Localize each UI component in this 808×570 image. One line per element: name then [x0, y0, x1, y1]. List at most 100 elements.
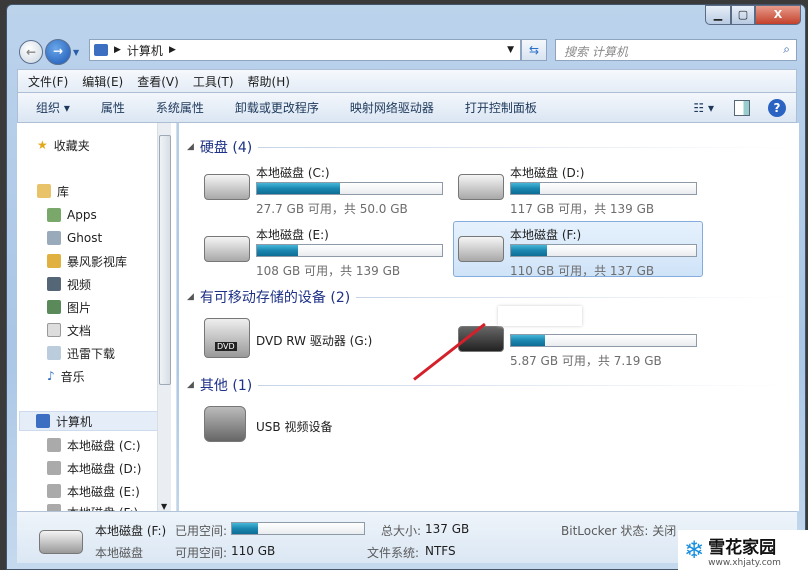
search-input[interactable]: 搜索 计算机 ⌕ [555, 39, 797, 61]
refresh-button[interactable]: ⇆ [521, 39, 547, 61]
menu-bar: 文件(F) 编辑(E) 查看(V) 工具(T) 帮助(H) [17, 69, 797, 93]
view-options-icon[interactable]: ☷ ▾ [693, 101, 714, 115]
sidebar-item-ghost[interactable]: Ghost [47, 228, 102, 248]
menu-help[interactable]: 帮助(H) [248, 73, 290, 90]
label: 文档 [67, 323, 92, 338]
watermark-brand: 雪花家园 [708, 537, 777, 558]
properties-button[interactable]: 属性 [101, 99, 125, 116]
breadcrumb-chevron-icon[interactable]: ▶ [169, 45, 176, 55]
drive-e[interactable]: 本地磁盘 (E:) 108 GB 可用，共 139 GB [199, 221, 449, 278]
drive-free: 108 GB 可用，共 139 GB [256, 264, 401, 278]
uninstall-button[interactable]: 卸载或更改程序 [235, 99, 319, 116]
back-button[interactable]: ← [19, 40, 43, 64]
search-icon[interactable]: ⌕ [783, 42, 790, 57]
system-properties-button[interactable]: 系统属性 [156, 99, 204, 116]
details-name: 本地磁盘 (F:) [95, 524, 167, 538]
sidebar-computer[interactable]: 计算机 [19, 411, 161, 431]
navigation-pane: ★ 收藏夹 库 Apps Ghost 暴风影视库 视频 图片 文档 迅雷下载 ♪ 音… [17, 123, 177, 512]
usage-fill [257, 245, 299, 256]
content-pane: ◢ 硬盘 (4) 本地磁盘 (C:) 27.7 GB 可用，共 50.0 GB 本地… [179, 123, 799, 511]
sidebar-drive-e[interactable]: 本地磁盘 (E:) [47, 481, 140, 501]
close-button[interactable]: X [755, 5, 801, 25]
address-dropdown-icon[interactable]: ▼ [507, 45, 514, 55]
sidebar-item-baofeng[interactable]: 暴风影视库 [47, 251, 127, 271]
dvd-icon: DVD [204, 318, 250, 358]
scroll-down-icon[interactable]: ▼ [161, 502, 167, 511]
device-name: USB 视频设备 [256, 420, 333, 434]
library-folder-icon [47, 254, 61, 268]
breadcrumb-separator: ▶ [114, 45, 121, 55]
label: 本地磁盘 (D:) [67, 461, 142, 476]
preview-pane-icon[interactable] [734, 99, 750, 116]
sidebar-item-pictures[interactable]: 图片 [47, 297, 91, 317]
picture-icon [47, 300, 61, 314]
maximize-button[interactable]: ▢ [731, 5, 755, 25]
sidebar-favorites[interactable]: ★ 收藏夹 [37, 135, 90, 155]
drive-icon [39, 530, 83, 554]
library-icon [37, 184, 51, 198]
library-folder-icon [47, 208, 61, 222]
group-other[interactable]: ◢ 其他 (1) [187, 375, 787, 395]
sidebar-item-apps[interactable]: Apps [47, 205, 97, 225]
label: Ghost [67, 231, 103, 245]
minimize-button[interactable]: ▁ [705, 5, 731, 25]
menu-file[interactable]: 文件(F) [28, 73, 68, 90]
drive-d[interactable]: 本地磁盘 (D:) 117 GB 可用，共 139 GB [453, 159, 703, 216]
usb-drive[interactable]: 5.87 GB 可用，共 7.19 GB [453, 306, 703, 368]
recent-pages-icon[interactable]: ▼ [73, 48, 79, 57]
sidebar-item-music[interactable]: ♪ 音乐 [47, 366, 85, 386]
drive-icon [47, 484, 61, 498]
usage-fill [257, 183, 340, 194]
window-controls: ▁ ▢ X [705, 5, 801, 25]
label: 计算机 [56, 414, 93, 429]
drive-f[interactable]: 本地磁盘 (F:) 110 GB 可用，共 137 GB [453, 221, 703, 278]
drive-icon [204, 236, 250, 262]
label: Apps [67, 208, 97, 222]
group-removable[interactable]: ◢ 有可移动存储的设备 (2) [187, 287, 787, 307]
label: 音乐 [60, 369, 85, 384]
organize-button[interactable]: 组织 ▾ [36, 99, 70, 116]
breadcrumb-computer[interactable]: 计算机 [127, 42, 163, 59]
usb-video-device[interactable]: USB 视频设备 [199, 397, 449, 453]
address-bar[interactable]: ▶ 计算机 ▶ ▼ [89, 39, 521, 61]
label: 收藏夹 [53, 138, 90, 153]
menu-edit[interactable]: 编辑(E) [82, 73, 123, 90]
drive-name [498, 306, 582, 326]
usage-bar [510, 334, 697, 347]
drive-free: 117 GB 可用，共 139 GB [510, 202, 655, 216]
dvd-drive-g[interactable]: DVD DVD RW 驱动器 (G:) [199, 311, 449, 367]
fs-value: NTFS [425, 544, 456, 558]
sidebar-drive-c[interactable]: 本地磁盘 (C:) [47, 435, 141, 455]
download-folder-icon [47, 346, 61, 360]
sidebar-item-thunder[interactable]: 迅雷下载 [47, 343, 115, 363]
drive-free: 5.87 GB 可用，共 7.19 GB [510, 354, 662, 368]
drive-c[interactable]: 本地磁盘 (C:) 27.7 GB 可用，共 50.0 GB [199, 159, 449, 216]
document-icon [47, 323, 61, 337]
usage-fill [511, 335, 546, 346]
sidebar-scrollbar[interactable]: ▼ [157, 123, 171, 511]
total-label: 总大小: [381, 524, 422, 538]
usage-bar [510, 244, 697, 257]
usage-fill [511, 183, 541, 194]
sidebar-item-videos[interactable]: 视频 [47, 274, 91, 294]
group-title: 硬盘 (4) [199, 140, 253, 156]
control-panel-button[interactable]: 打开控制面板 [465, 99, 537, 116]
search-placeholder: 搜索 计算机 [564, 45, 628, 59]
help-icon[interactable]: ? [768, 98, 786, 117]
watermark-url: www.xhjaty.com [708, 557, 781, 568]
group-hard-drives[interactable]: ◢ 硬盘 (4) [187, 137, 787, 157]
drive-name: DVD RW 驱动器 (G:) [256, 334, 373, 348]
forward-button[interactable]: → [45, 39, 71, 65]
scrollbar-thumb[interactable] [159, 135, 171, 385]
sidebar-libraries[interactable]: 库 [37, 181, 69, 201]
video-icon [47, 277, 61, 291]
sidebar-item-documents[interactable]: 文档 [47, 320, 91, 340]
sidebar-drive-d[interactable]: 本地磁盘 (D:) [47, 458, 141, 478]
bitlocker-status: BitLocker 状态: 关闭 [561, 524, 677, 538]
menu-tools[interactable]: 工具(T) [193, 73, 234, 90]
menu-view[interactable]: 查看(V) [137, 73, 179, 90]
system-drive-icon [204, 174, 250, 200]
map-drive-button[interactable]: 映射网络驱动器 [350, 99, 434, 116]
free-value: 110 GB [231, 544, 276, 558]
drive-free: 110 GB 可用，共 137 GB [510, 264, 655, 278]
